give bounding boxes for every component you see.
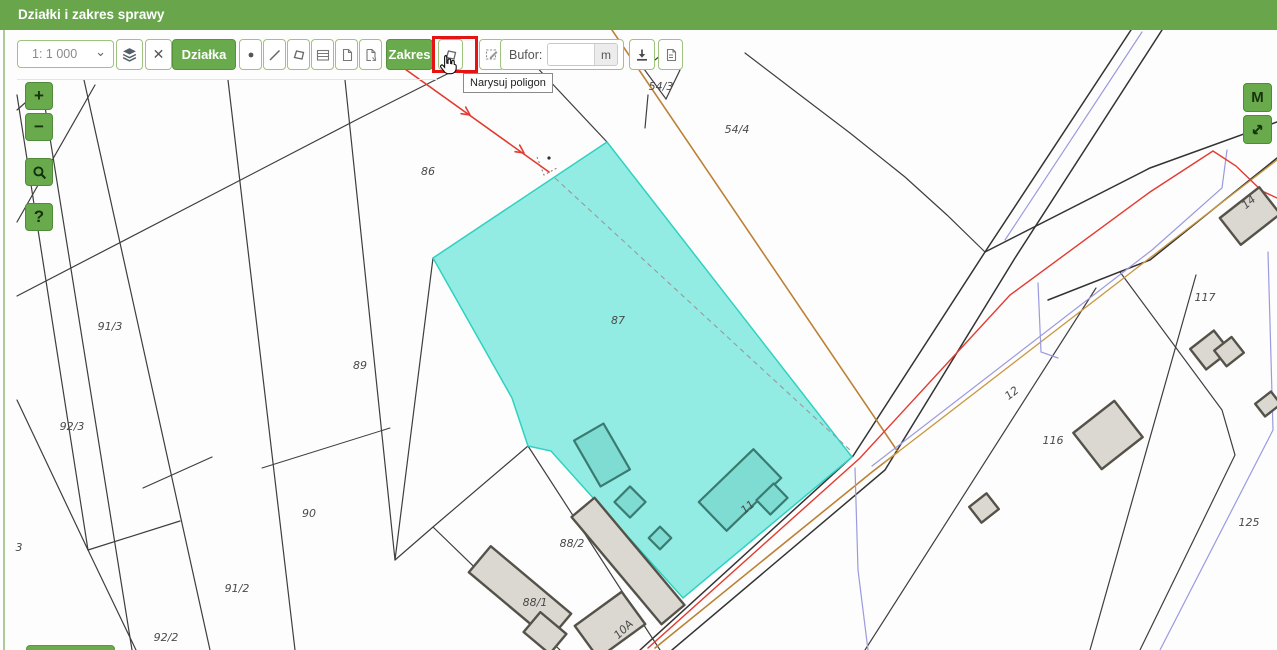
dzialka-label: Działka: [182, 47, 227, 62]
select-by-line-button[interactable]: [263, 39, 286, 70]
fullscreen-button[interactable]: [1243, 115, 1272, 144]
selected-parcel-87[interactable]: [433, 142, 852, 598]
app-window: Działki i zakres sprawy: [0, 0, 1277, 650]
parcel-label: 116: [1043, 434, 1064, 447]
close-icon: ✕: [153, 46, 165, 63]
line-icon: [267, 47, 283, 63]
document-icon: [339, 47, 355, 63]
plus-icon: +: [34, 86, 44, 106]
parcel-label: 54/4: [725, 123, 750, 136]
parcel-label: 117: [1195, 291, 1216, 304]
tooltip: Narysuj poligon: [463, 73, 553, 93]
panel-edge: [3, 30, 5, 650]
draw-polygon-icon: [443, 47, 459, 63]
parcel-label: 91/3: [98, 320, 123, 333]
clear-selection-button[interactable]: ✕: [145, 39, 172, 70]
scale-select[interactable]: 1: 1 000 ⌄: [17, 40, 114, 68]
parcel-label: 89: [353, 359, 367, 372]
parcel-label: 86: [421, 165, 435, 178]
document-button[interactable]: [335, 39, 358, 70]
marker-m-button[interactable]: M: [1243, 83, 1272, 112]
parcel-label: 87: [611, 314, 625, 327]
chevron-down-icon: ⌄: [95, 44, 106, 60]
parcel-list-button[interactable]: [311, 39, 334, 70]
minus-icon: −: [34, 117, 44, 137]
draw-polygon-button[interactable]: [438, 39, 463, 70]
help-button[interactable]: ?: [25, 203, 53, 231]
document-export-icon: [363, 47, 379, 63]
magnifier-icon: [31, 164, 48, 181]
parcel-label: 3: [16, 541, 23, 554]
report-button[interactable]: [658, 39, 683, 70]
parcel-label: 12: [1002, 384, 1021, 403]
page-title: Działki i zakres sprawy: [18, 7, 164, 22]
buffer-input-wrap: m: [547, 43, 618, 66]
cadastral-map[interactable]: 8687899091/392/391/292/2388/288/110A1154…: [0, 30, 1277, 650]
zoom-select-button[interactable]: [25, 158, 53, 186]
parcel-label: 92/3: [60, 420, 85, 433]
layers-button[interactable]: [116, 39, 143, 70]
question-icon: ?: [34, 207, 44, 227]
bottom-action-button[interactable]: [26, 645, 115, 650]
table-rows-icon: [315, 47, 331, 63]
download-button[interactable]: [629, 39, 655, 70]
tooltip-text: Narysuj poligon: [470, 77, 546, 89]
polygon-icon: [291, 47, 307, 63]
parcel-label: 90: [302, 507, 316, 520]
select-by-polygon-button[interactable]: [287, 39, 310, 70]
zoom-out-button[interactable]: −: [25, 113, 53, 141]
point-icon: [243, 47, 259, 63]
parcel-label: 88/1: [523, 596, 548, 609]
expand-diagonal-icon: [1250, 122, 1265, 137]
buffer-input[interactable]: [548, 44, 594, 65]
edit-area-icon: [484, 47, 500, 63]
report-document-icon: [663, 47, 679, 63]
buffer-group: Bufor: m: [500, 39, 624, 70]
parcel-label: 88/2: [560, 537, 585, 550]
layers-icon: [121, 46, 138, 63]
zoom-in-button[interactable]: +: [25, 82, 53, 110]
window-title-bar: Działki i zakres sprawy: [0, 0, 1277, 30]
parcel-label: 54/3: [649, 80, 674, 93]
toolbar-divider: [17, 79, 437, 80]
dzialka-button[interactable]: Działka: [172, 39, 236, 70]
buffer-unit: m: [594, 44, 617, 65]
zakres-label: Zakres: [389, 47, 431, 62]
scale-value: 1: 1 000: [32, 47, 77, 61]
select-by-point-button[interactable]: [239, 39, 262, 70]
document-export-button[interactable]: [359, 39, 382, 70]
m-label: M: [1251, 89, 1264, 106]
download-icon: [634, 47, 650, 63]
zakres-button[interactable]: Zakres: [386, 39, 433, 70]
parcel-label: 125: [1239, 516, 1260, 529]
parcel-label: 91/2: [225, 582, 250, 595]
buffer-label: Bufor:: [509, 48, 542, 62]
parcel-label: 92/2: [154, 631, 179, 644]
